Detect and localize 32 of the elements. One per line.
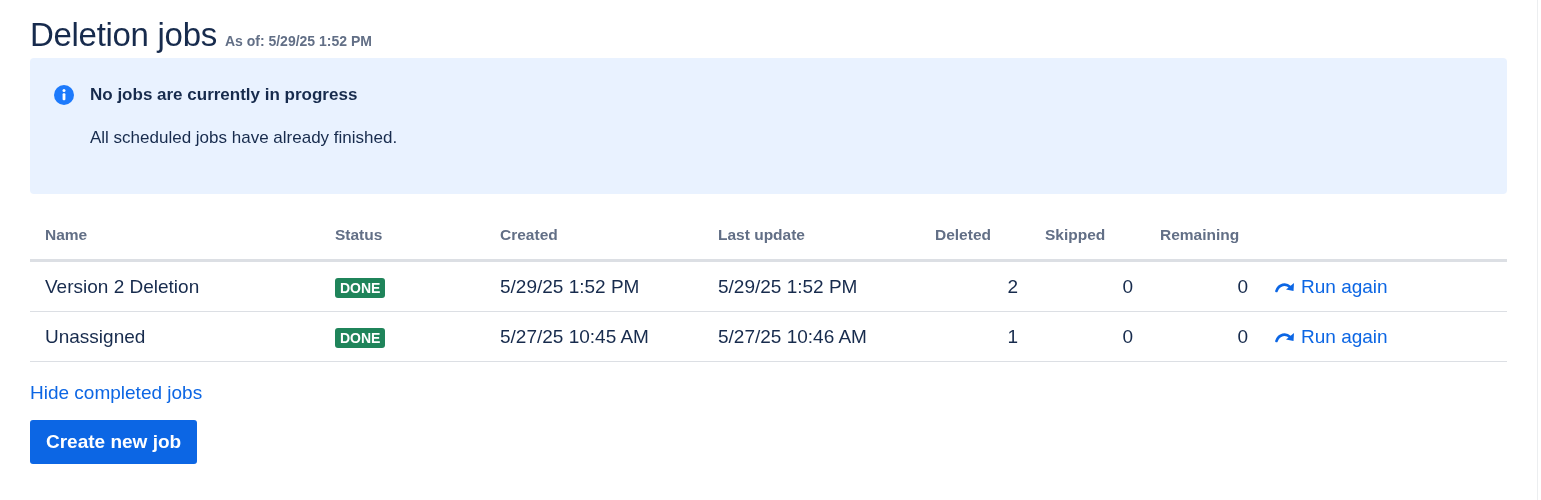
table-cell: 2 bbox=[1007, 276, 1018, 297]
info-icon bbox=[54, 85, 74, 105]
table-cell: 5/29/25 1:52 PM bbox=[500, 276, 640, 297]
table-cell: 5/27/25 10:46 AM bbox=[718, 326, 867, 347]
column-header: Status bbox=[335, 226, 383, 243]
hide-completed-link[interactable]: Hide completed jobs bbox=[30, 382, 203, 404]
table-cell: 1 bbox=[1007, 326, 1018, 347]
table-cell: 0 bbox=[1237, 326, 1248, 347]
run-again-link[interactable]: Run again bbox=[1275, 276, 1388, 298]
redo-arrow-icon bbox=[1275, 281, 1295, 293]
banner-message: All scheduled jobs have already finished. bbox=[90, 128, 398, 148]
column-header: Remaining bbox=[1160, 226, 1240, 243]
table-cell: 0 bbox=[1122, 276, 1133, 297]
timestamp: As of: 5/29/25 1:52 PM bbox=[224, 33, 372, 49]
run-again-link[interactable]: Run again bbox=[1275, 326, 1388, 348]
column-header: Created bbox=[500, 226, 558, 243]
redo-arrow-icon bbox=[1275, 331, 1295, 343]
create-job-button[interactable]: Create new job bbox=[30, 420, 198, 464]
table-cell: 0 bbox=[1237, 276, 1248, 297]
table-cell: Version 2 Deletion bbox=[45, 276, 200, 297]
column-header: Skipped bbox=[1045, 226, 1106, 243]
table-cell: 0 bbox=[1122, 326, 1133, 347]
table-cell: 5/29/25 1:52 PM bbox=[718, 276, 858, 297]
banner-heading: No jobs are currently in progress bbox=[90, 85, 359, 105]
column-header: Name bbox=[45, 226, 88, 243]
column-header: Last update bbox=[718, 226, 805, 243]
table-cell: 5/27/25 10:45 AM bbox=[500, 326, 649, 347]
status-badge: DONE bbox=[335, 328, 386, 348]
table-cell: Unassigned bbox=[45, 326, 146, 347]
column-header: Deleted bbox=[935, 226, 991, 243]
status-badge: DONE bbox=[335, 278, 386, 298]
page-title: Deletion jobs bbox=[30, 16, 217, 54]
